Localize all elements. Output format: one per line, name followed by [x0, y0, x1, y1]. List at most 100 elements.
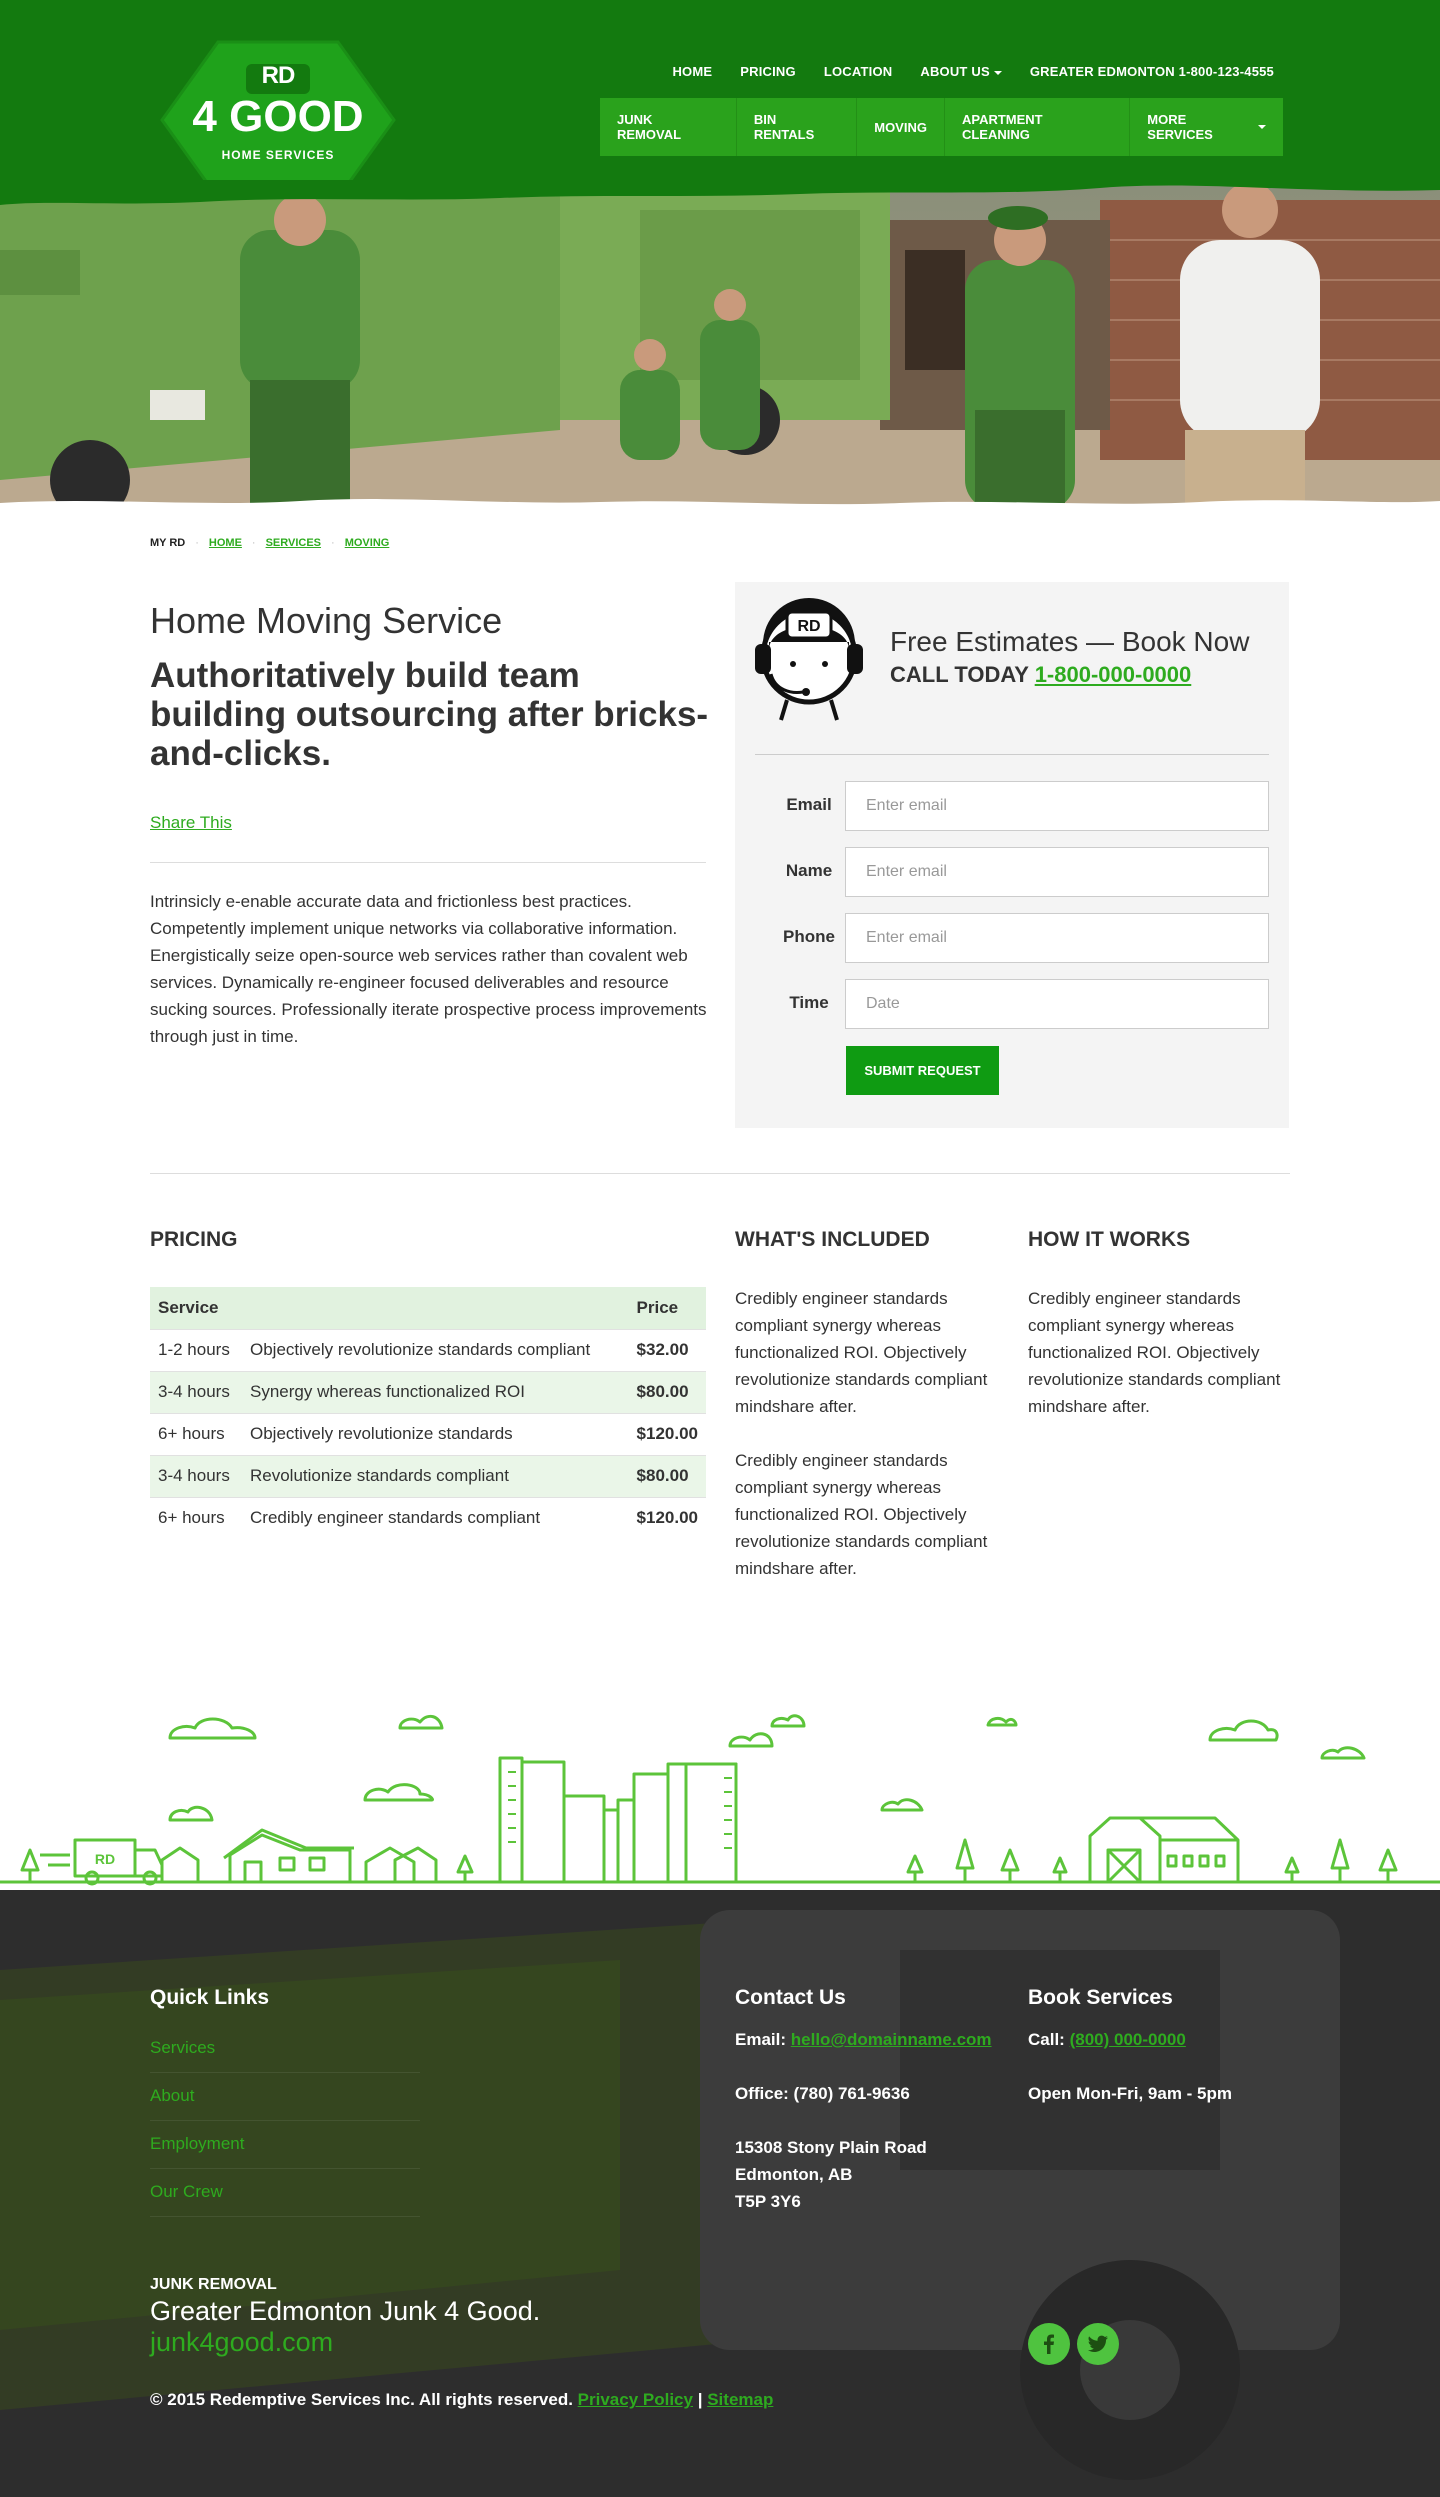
contact-address-line-3: T5P 3Y6 — [735, 2192, 801, 2211]
contact-address-line-1: 15308 Stony Plain Road — [735, 2138, 927, 2157]
hero-image — [0, 180, 1440, 515]
footer-link-our-crew[interactable]: Our Crew — [150, 2182, 420, 2217]
contact-email-link[interactable]: hello@domainname.com — [791, 2030, 992, 2049]
footer-link-services[interactable]: Services — [150, 2038, 420, 2073]
twitter-icon[interactable] — [1077, 2323, 1119, 2365]
mainnav-apartment-cleaning[interactable]: APARTMENT CLEANING — [945, 98, 1131, 156]
footer-link-employment[interactable]: Employment — [150, 2134, 420, 2169]
form-row-email: Email — [735, 781, 1289, 831]
name-label: Name — [785, 861, 833, 880]
copyright-text: © 2015 Redemptive Services Inc. All righ… — [150, 2390, 573, 2409]
logo-rd-text: RD — [261, 62, 296, 89]
topnav-home[interactable]: HOME — [658, 64, 726, 79]
hero-bottom-torn-edge — [0, 499, 1440, 515]
topnav-phone[interactable]: GREATER EDMONTON 1-800-123-4555 — [1016, 64, 1288, 79]
breadcrumb-separator: · — [195, 537, 199, 549]
svg-text:RD: RD — [797, 618, 820, 635]
breadcrumb-home[interactable]: HOME — [209, 537, 242, 549]
quick-links-heading: Quick Links — [150, 1986, 270, 2009]
row-price: $80.00 — [628, 1370, 706, 1413]
logo-sub-text: HOME SERVICES — [221, 148, 335, 162]
topnav-about-us[interactable]: ABOUT US — [906, 64, 1016, 79]
row-description: Synergy whereas functionalized ROI — [242, 1370, 629, 1413]
support-agent-icon: RD — [755, 598, 863, 721]
mainnav-more-services[interactable]: MORE SERVICES — [1130, 98, 1283, 156]
caret-down-icon — [993, 70, 1002, 75]
page-lead: Authoritatively build team building outs… — [150, 656, 709, 773]
footer-junk-removal-label: JUNK REMOVAL — [150, 2276, 277, 2293]
divider — [150, 1173, 1290, 1174]
mainnav-bin-rentals[interactable]: BIN RENTALS — [737, 98, 858, 156]
breadcrumb-services[interactable]: SERVICES — [266, 537, 321, 549]
form-row-time: Time — [735, 979, 1289, 1029]
estimate-call-prefix: CALL TODAY — [890, 662, 1029, 687]
row-duration: 3-4 hours — [150, 1370, 242, 1413]
included-paragraph-2: Credibly engineer standards compliant sy… — [735, 1451, 988, 1578]
sitemap-link[interactable]: Sitemap — [707, 2390, 773, 2409]
included-paragraph-1: Credibly engineer standards compliant sy… — [735, 1289, 988, 1416]
row-description: Objectively revolutionize standards comp… — [242, 1328, 629, 1371]
estimate-call: CALL TODAY 1-800-000-0000 — [890, 662, 1191, 688]
footer-link-about[interactable]: About — [150, 2086, 420, 2121]
book-heading: Book Services — [1028, 1986, 1173, 2009]
phone-label: Phone — [783, 927, 835, 946]
contact-email-label: Email: — [735, 2030, 787, 2049]
estimate-phone-link[interactable]: 1-800-000-0000 — [1035, 662, 1192, 687]
row-duration: 6+ hours — [150, 1496, 242, 1539]
divider — [755, 754, 1269, 755]
pricing-heading: PRICING — [150, 1228, 238, 1251]
hero-top-torn-edge — [0, 180, 1440, 205]
divider — [150, 862, 706, 863]
book-hours: Open Mon-Fri, 9am - 5pm — [1028, 2084, 1233, 2103]
table-header-price: Price — [628, 1287, 706, 1329]
table-header-service: Service — [150, 1287, 242, 1329]
table-row: 1-2 hours Objectively revolutionize stan… — [150, 1328, 706, 1371]
site-logo[interactable]: RD 4 GOOD HOME SERVICES — [158, 40, 398, 200]
time-field[interactable] — [845, 979, 1269, 1029]
pricing-table: Service Price 1-2 hours Objectively revo… — [150, 1287, 706, 1539]
submit-request-button[interactable]: SUBMIT REQUEST — [846, 1046, 999, 1095]
name-field[interactable] — [845, 847, 1269, 897]
top-nav: HOME PRICING LOCATION ABOUT US GREATER E… — [658, 64, 1288, 79]
table-row: 3-4 hours Synergy whereas functionalized… — [150, 1370, 706, 1413]
table-header-row: Service Price — [150, 1287, 706, 1329]
facebook-icon[interactable] — [1028, 2323, 1070, 2365]
included-heading: WHAT'S INCLUDED — [735, 1228, 930, 1251]
main-nav: JUNK REMOVAL BIN RENTALS MOVING APARTMEN… — [600, 98, 1283, 156]
mainnav-moving[interactable]: MOVING — [857, 98, 945, 156]
how-paragraph: Credibly engineer standards compliant sy… — [1028, 1289, 1281, 1416]
row-description: Revolutionize standards compliant — [242, 1454, 629, 1497]
share-link[interactable]: Share This — [150, 813, 232, 833]
row-description: Credibly engineer standards compliant — [242, 1496, 629, 1539]
form-row-name: Name — [735, 847, 1289, 897]
footer-site-link[interactable]: junk4good.com — [150, 2327, 333, 2358]
twitter-glyph — [1088, 2335, 1108, 2352]
topnav-location[interactable]: LOCATION — [810, 64, 907, 79]
privacy-policy-link[interactable]: Privacy Policy — [578, 2390, 693, 2409]
footer-divider: | — [697, 2390, 703, 2409]
intro-body: Intrinsicly e-enable accurate data and f… — [150, 892, 707, 1046]
hero-photo-illustration — [0, 180, 1440, 515]
page-title: Home Moving Service — [150, 600, 503, 641]
mainnav-junk-removal[interactable]: JUNK REMOVAL — [600, 98, 737, 156]
time-label: Time — [789, 993, 829, 1012]
email-field[interactable] — [845, 781, 1269, 831]
logo-main-text: 4 GOOD — [192, 92, 364, 141]
row-duration: 3-4 hours — [150, 1454, 242, 1497]
phone-field[interactable] — [845, 913, 1269, 963]
footer-copyright-line: © 2015 Redemptive Services Inc. All righ… — [150, 2390, 773, 2410]
facebook-glyph — [1044, 2334, 1054, 2354]
breadcrumb-current: MY RD — [150, 537, 186, 549]
table-row: 3-4 hours Revolutionize standards compli… — [150, 1454, 706, 1497]
contact-office: Office: (780) 761-9636 — [735, 2084, 910, 2103]
row-duration: 6+ hours — [150, 1412, 242, 1455]
breadcrumb-moving[interactable]: MOVING — [345, 537, 390, 549]
row-price: $120.00 — [628, 1412, 706, 1455]
topnav-pricing[interactable]: PRICING — [726, 64, 810, 79]
book-call-link[interactable]: (800) 000-0000 — [1070, 2030, 1186, 2049]
contact-address-line-2: Edmonton, AB — [735, 2165, 853, 2184]
email-label: Email — [786, 795, 832, 814]
estimate-title: Free Estimates — Book Now — [890, 626, 1250, 657]
form-row-phone: Phone — [735, 913, 1289, 963]
contact-email: Email: hello@domainname.com — [735, 2026, 992, 2053]
